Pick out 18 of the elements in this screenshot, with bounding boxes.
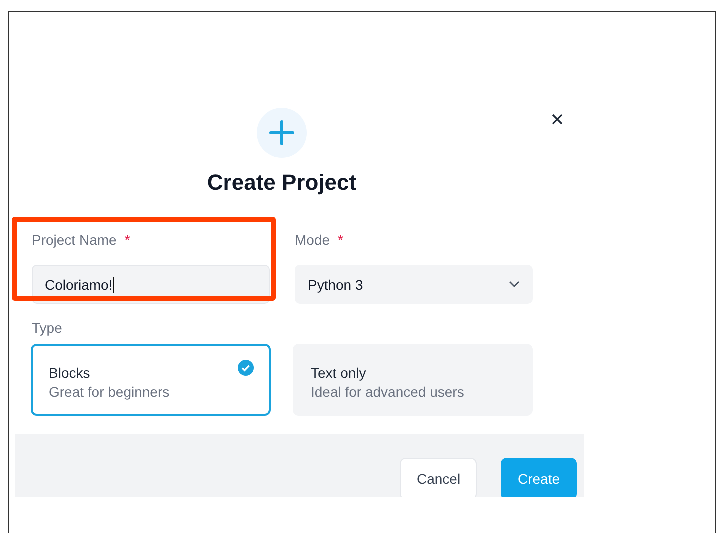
type-option[interactable]: Text only Ideal for advanced users (293, 344, 533, 416)
option-subtitle: Ideal for advanced users (311, 383, 466, 402)
select-field[interactable]: Python 3 (295, 265, 533, 304)
field-label: Project Name (32, 232, 117, 248)
field-label: Mode (295, 232, 330, 248)
type-option[interactable]: Blocks Great for beginners (31, 344, 271, 416)
chevron-down-icon (509, 281, 520, 288)
option-title: Blocks (49, 364, 90, 382)
cancel-button[interactable]: Cancel (400, 458, 477, 497)
required-mark: * (338, 232, 344, 248)
type-label: Type (31, 320, 64, 336)
check-icon (238, 360, 254, 376)
option-title: Text only (311, 364, 366, 382)
required-mark: * (124, 232, 130, 248)
option-subtitle: Great for beginners (49, 383, 171, 402)
plus-icon (257, 108, 307, 158)
close-icon[interactable] (551, 113, 564, 126)
dialog-title: Create Project (207, 170, 357, 196)
